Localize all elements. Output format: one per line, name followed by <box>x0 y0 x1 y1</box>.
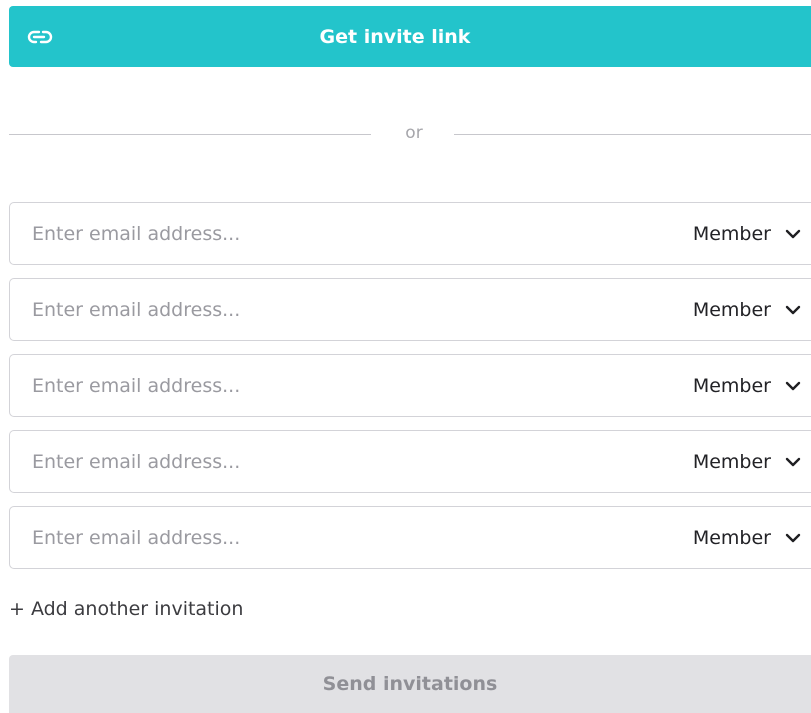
role-select[interactable]: Member <box>693 431 803 492</box>
role-select-value: Member <box>692 526 771 549</box>
role-select[interactable]: Member <box>693 507 803 568</box>
send-invitations-label: Send invitations <box>322 673 498 695</box>
invitation-row: Member <box>9 430 811 493</box>
role-select-value: Member <box>692 298 771 321</box>
role-select[interactable]: Member <box>693 279 803 340</box>
link-icon <box>27 30 53 44</box>
email-field[interactable] <box>32 507 632 568</box>
chevron-down-icon <box>785 381 801 390</box>
get-invite-link-button[interactable]: Get invite link <box>9 6 811 67</box>
invitation-row: Member <box>9 354 811 417</box>
role-select-value: Member <box>692 450 771 473</box>
invite-panel: Get invite link or Member Member <box>0 0 811 713</box>
role-select-value: Member <box>692 374 771 397</box>
add-another-invitation-link[interactable]: + Add another invitation <box>9 598 243 620</box>
invitation-row: Member <box>9 506 811 569</box>
chevron-down-icon <box>785 457 801 466</box>
divider-line-right <box>454 134 811 135</box>
chevron-down-icon <box>785 533 801 542</box>
divider-line-left <box>9 134 371 135</box>
send-invitations-button[interactable]: Send invitations <box>9 655 811 713</box>
invitation-row: Member <box>9 278 811 341</box>
get-invite-link-label: Get invite link <box>319 25 471 48</box>
or-divider: or <box>9 123 811 147</box>
chevron-down-icon <box>785 305 801 314</box>
email-field[interactable] <box>32 203 632 264</box>
email-field[interactable] <box>32 355 632 416</box>
divider-text: or <box>405 123 423 143</box>
role-select[interactable]: Member <box>693 355 803 416</box>
invitation-row: Member <box>9 202 811 265</box>
invitation-rows: Member Member Member <box>9 202 811 582</box>
chevron-down-icon <box>785 229 801 238</box>
email-field[interactable] <box>32 431 632 492</box>
role-select[interactable]: Member <box>693 203 803 264</box>
email-field[interactable] <box>32 279 632 340</box>
role-select-value: Member <box>692 222 771 245</box>
